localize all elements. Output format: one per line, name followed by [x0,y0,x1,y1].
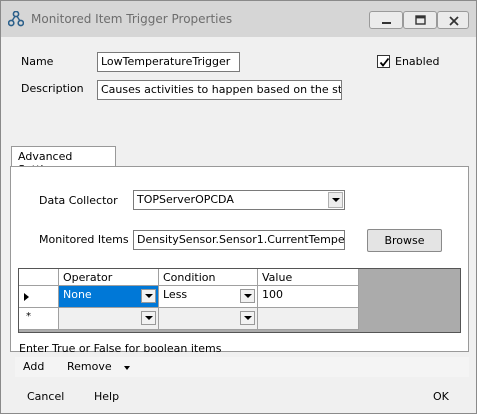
enabled-label: Enabled [395,55,440,68]
tab-advanced-settings[interactable]: Advanced Settings [11,146,116,176]
minimize-icon [382,22,391,24]
operator-value: None [63,288,92,301]
table-cell-condition[interactable]: Less [159,286,258,308]
data-collector-value: TOPServerOPCDA [137,193,234,206]
maximize-icon [415,15,426,25]
dialog-footer [1,383,476,413]
chevron-down-icon[interactable] [240,311,255,325]
column-header-value[interactable]: Value [258,269,359,286]
cancel-button[interactable]: Cancel [27,390,64,403]
description-label: Description [21,82,84,95]
ok-button[interactable]: OK [433,390,449,403]
enabled-checkbox[interactable] [377,55,390,68]
monitored-items-label: Monitored Items [39,233,129,246]
chevron-down-icon[interactable] [141,311,156,325]
close-icon [449,16,459,26]
row-header[interactable] [19,286,59,308]
window-title: Monitored Item Trigger Properties [31,12,233,26]
table-cell-value[interactable]: 100 [258,286,359,308]
chevron-down-icon[interactable] [328,192,343,208]
trigger-conditions-grid[interactable]: Operator Condition Value None Less 100 * [18,268,461,333]
data-collector-label: Data Collector [39,194,118,207]
new-row-cell-value[interactable] [258,308,359,330]
add-button[interactable]: Add [23,360,44,373]
monitored-items-field[interactable]: DensitySensor.Sensor1.CurrentTemperature [133,230,345,250]
help-button[interactable]: Help [94,390,119,403]
description-field[interactable]: Causes activities to happen based on the… [97,80,342,100]
new-row-header[interactable]: * [19,308,59,330]
new-row-cell-condition[interactable] [159,308,258,330]
remove-button[interactable]: Remove [67,360,112,373]
network-nodes-icon [7,10,25,27]
dialog-window: Monitored Item Trigger Properties Name L… [0,0,477,414]
grid-corner-header [19,269,59,286]
close-button[interactable] [437,11,469,29]
maximize-button[interactable] [403,11,437,29]
help-hint-text: Enter True or False for boolean items [19,342,222,355]
table-cell-operator[interactable]: None [59,286,159,308]
chevron-down-icon[interactable] [141,289,156,303]
chevron-down-icon[interactable] [123,365,131,371]
new-row-cell-operator[interactable] [59,308,159,330]
chevron-down-icon[interactable] [240,289,255,303]
title-bar[interactable]: Monitored Item Trigger Properties [1,1,476,37]
name-label: Name [21,55,54,68]
column-header-condition[interactable]: Condition [159,269,258,286]
checkmark-icon [379,57,390,67]
data-collector-select[interactable]: TOPServerOPCDA [133,190,345,210]
condition-value: Less [163,288,188,301]
row-pointer-icon [24,293,29,301]
minimize-button[interactable] [369,11,403,29]
name-field[interactable]: LowTemperatureTrigger [97,52,240,72]
browse-button[interactable]: Browse [367,229,442,252]
column-header-operator[interactable]: Operator [59,269,159,286]
